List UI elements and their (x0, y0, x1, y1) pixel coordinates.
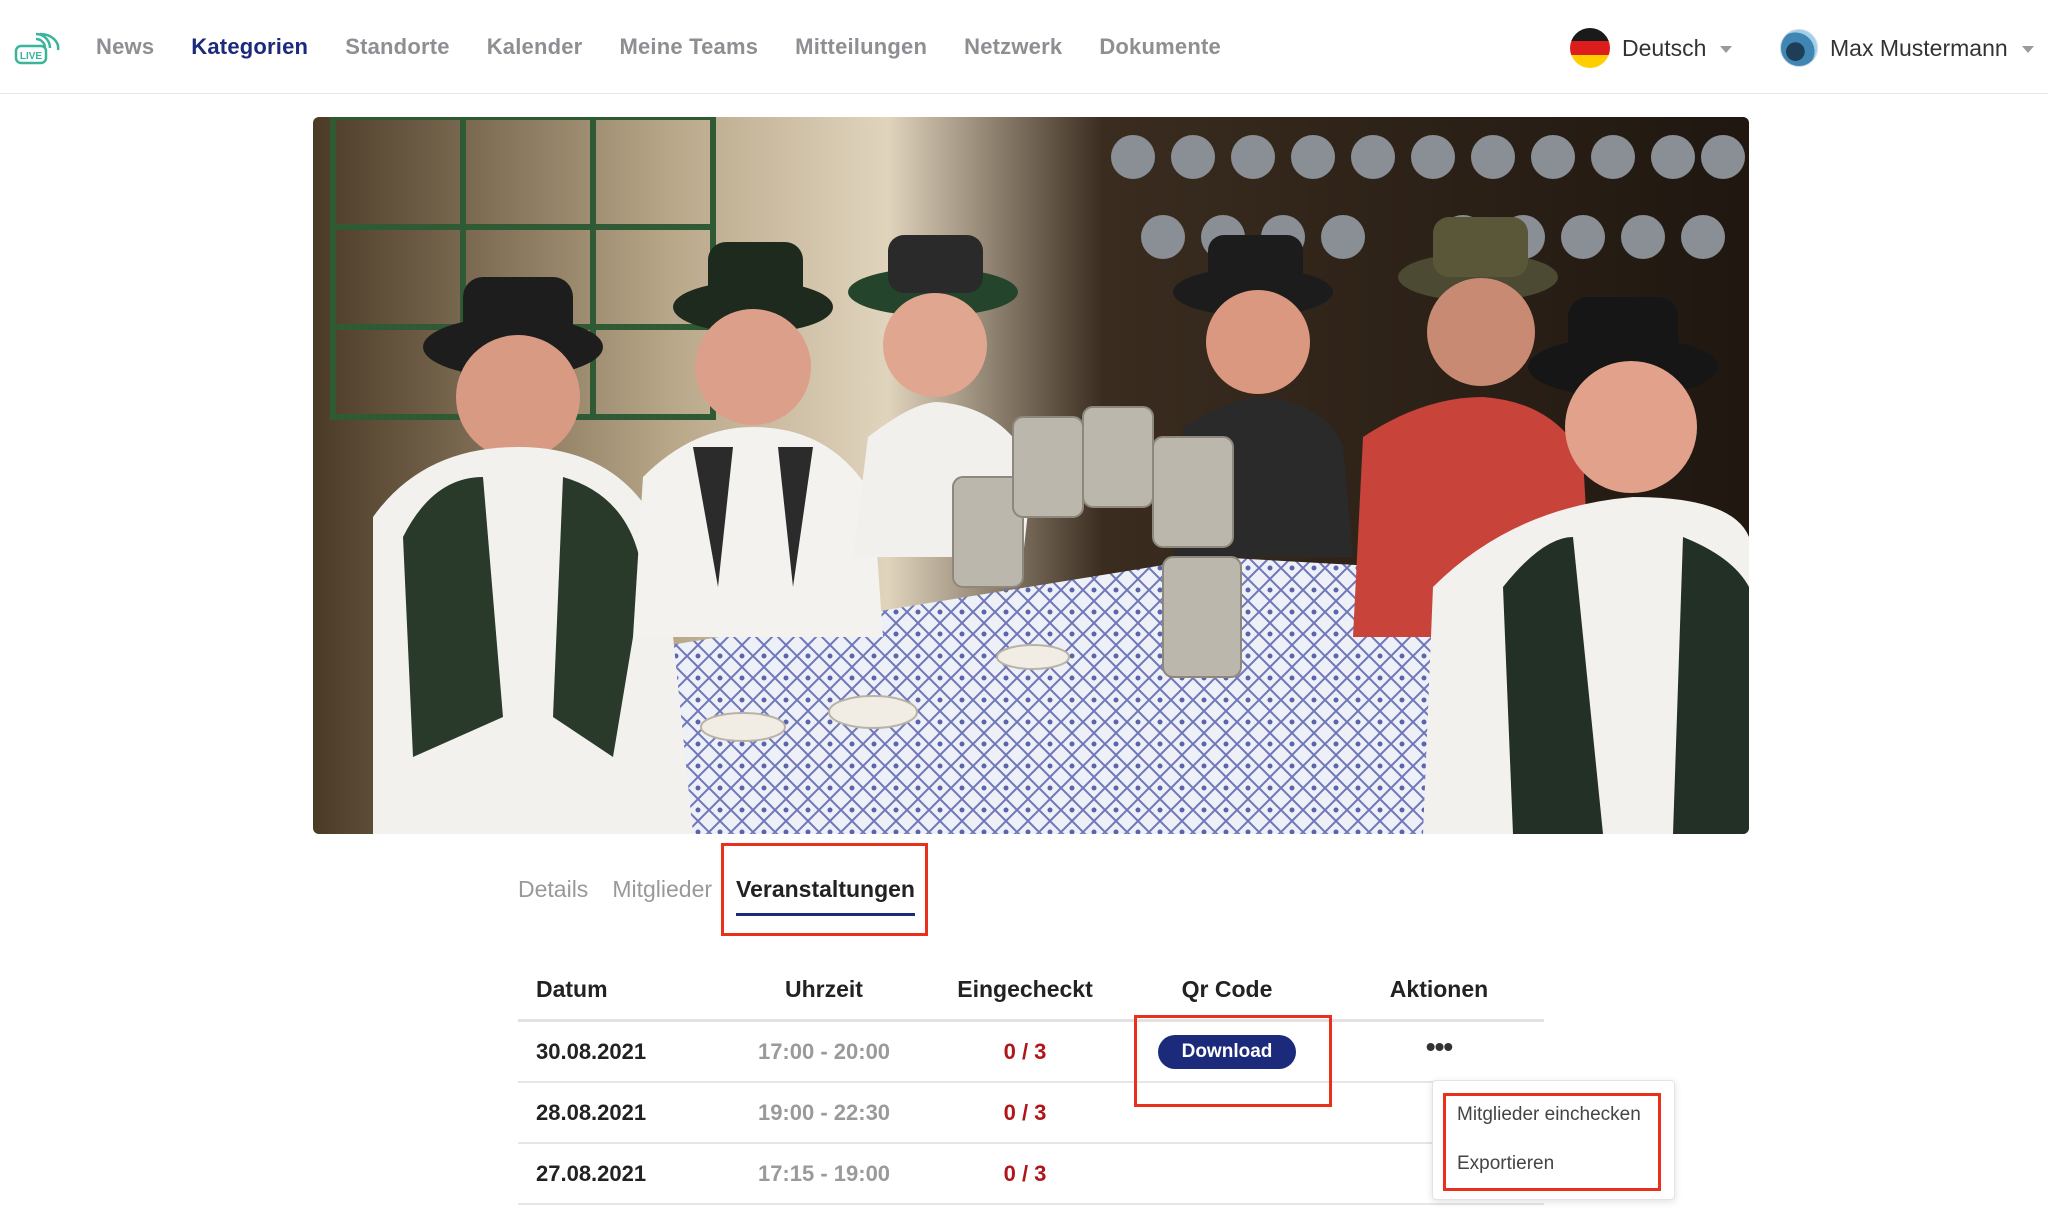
user-menu[interactable]: Max Mustermann (1780, 28, 2034, 68)
language-selector[interactable]: Deutsch (1570, 28, 1733, 68)
column-header-uhrzeit: Uhrzeit (785, 976, 863, 1002)
actions-cell: ••• (1334, 1033, 1544, 1061)
team-tabs: Details Mitglieder Veranstaltungen (518, 870, 939, 926)
chevron-down-icon (2021, 46, 2034, 53)
table-row: 27.08.2021 17:15 - 19:00 0 / 3 (518, 1144, 1544, 1205)
nav-item-news[interactable]: News (96, 34, 154, 60)
table-row: 30.08.2021 17:00 - 20:00 0 / 3 Download … (518, 1022, 1544, 1083)
svg-text:LIVE: LIVE (20, 51, 43, 62)
nav-item-standorte[interactable]: Standorte (345, 34, 449, 60)
top-navigation-bar: LIVE News Kategorien Standorte Kalender … (0, 0, 2048, 94)
events-table: Datum Uhrzeit Eingecheckt Qr Code Aktion… (518, 960, 1544, 1205)
event-time: 17:15 - 19:00 (757, 1160, 891, 1186)
user-name: Max Mustermann (1830, 34, 2008, 61)
column-header-qr-code: Qr Code (1181, 976, 1273, 1002)
nav-item-kalender[interactable]: Kalender (487, 34, 583, 60)
event-checked-in: 0 / 3 (1003, 1160, 1047, 1186)
nav-item-dokumente[interactable]: Dokumente (1099, 34, 1221, 60)
tab-mitglieder[interactable]: Mitglieder (612, 870, 712, 903)
more-actions-icon[interactable]: ••• (1426, 1033, 1453, 1061)
chevron-down-icon (1720, 46, 1733, 53)
menu-item-exportieren[interactable]: Exportieren (1457, 1153, 1554, 1175)
event-checked-in: 0 / 3 (1003, 1038, 1047, 1064)
event-time: 19:00 - 22:30 (757, 1099, 891, 1125)
column-header-aktionen: Aktionen (1389, 976, 1489, 1002)
language-label: Deutsch (1622, 34, 1707, 61)
download-qr-button[interactable]: Download (1157, 1034, 1297, 1069)
table-row: 28.08.2021 19:00 - 22:30 0 / 3 (518, 1083, 1544, 1144)
menu-item-mitglieder-einchecken[interactable]: Mitglieder einchecken (1457, 1104, 1641, 1126)
event-date: 28.08.2021 (536, 1099, 647, 1125)
column-header-eingecheckt: Eingecheckt (957, 976, 1093, 1002)
qr-code-cell: Download (1120, 1034, 1334, 1069)
nav-item-kategorien[interactable]: Kategorien (191, 34, 308, 60)
event-time: 17:00 - 20:00 (757, 1038, 891, 1064)
tab-details[interactable]: Details (518, 870, 588, 903)
table-header: Datum Uhrzeit Eingecheckt Qr Code Aktion… (518, 960, 1544, 1022)
team-hero-image (313, 117, 1749, 834)
event-checked-in: 0 / 3 (1003, 1099, 1047, 1125)
actions-dropdown-menu: Mitglieder einchecken Exportieren (1432, 1080, 1675, 1200)
avatar (1780, 29, 1818, 67)
column-header-datum: Datum (536, 976, 608, 1002)
nav-item-mitteilungen[interactable]: Mitteilungen (795, 34, 927, 60)
german-flag-icon (1570, 28, 1610, 68)
nav-item-netzwerk[interactable]: Netzwerk (964, 34, 1062, 60)
nav-item-meine-teams[interactable]: Meine Teams (619, 34, 758, 60)
live-logo-icon[interactable]: LIVE (14, 30, 60, 66)
event-date: 27.08.2021 (536, 1160, 647, 1186)
event-date: 30.08.2021 (536, 1038, 647, 1064)
main-nav: News Kategorien Standorte Kalender Meine… (96, 0, 1258, 94)
tab-veranstaltungen[interactable]: Veranstaltungen (736, 870, 915, 916)
